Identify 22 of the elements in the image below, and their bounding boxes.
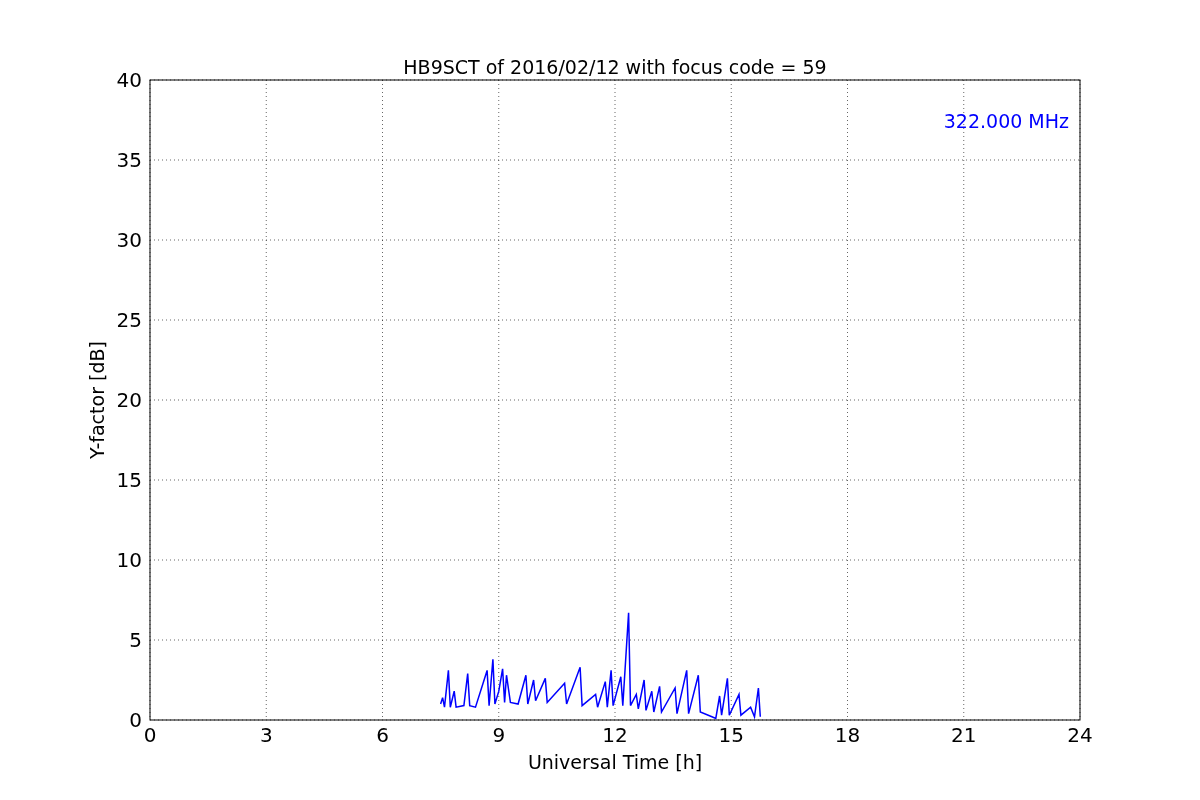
y-tick-label: 25 (116, 308, 142, 332)
y-tick-label: 0 (129, 708, 142, 732)
y-axis-label: Y-factor [dB] (86, 341, 108, 459)
x-tick-label: 12 (602, 723, 628, 747)
x-tick-label: 15 (718, 723, 744, 747)
y-tick-label: 15 (116, 468, 142, 492)
y-tick-label: 35 (116, 148, 142, 172)
chart-title: HB9SCT of 2016/02/12 with focus code = 59 (403, 56, 827, 78)
x-tick-label: 21 (951, 723, 977, 747)
series-label: 322.000 MHz (943, 110, 1069, 132)
y-tick-label: 10 (116, 548, 142, 572)
x-tick-label: 6 (376, 723, 389, 747)
x-axis-label: Universal Time [h] (527, 751, 703, 773)
y-tick-label: 5 (129, 628, 142, 652)
x-tick-label: 24 (1067, 723, 1093, 747)
x-tick-label: 9 (492, 723, 506, 747)
x-tick-label: 0 (143, 723, 157, 747)
y-tick-label: 20 (116, 388, 142, 412)
y-tick-label: 30 (116, 228, 142, 252)
y-tick-label: 40 (116, 68, 142, 92)
x-tick-label: 18 (834, 723, 861, 747)
x-tick-label: 3 (259, 723, 273, 747)
